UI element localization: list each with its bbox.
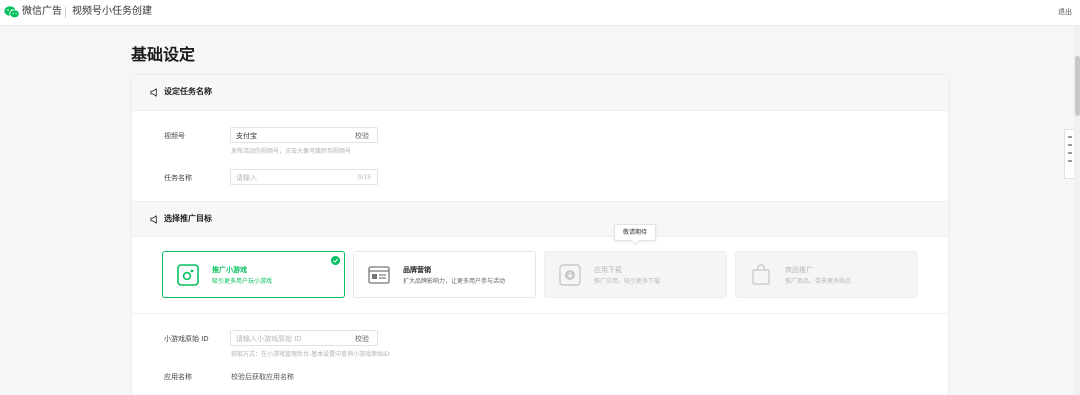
game-id-hint: 获取方式：在小游戏管理后台-基本设置中查询小游戏原始ID: [231, 351, 390, 358]
game-id-input[interactable]: 请输入小游戏原始 ID 校验: [230, 330, 378, 346]
wechat-logo-icon: [4, 6, 20, 19]
channel-hint: 发布活动的视频号，点击头像可跳转到视频号: [231, 148, 352, 155]
app-name-value: 校验后获取应用名称: [231, 373, 294, 381]
browser-icon: [368, 266, 390, 284]
brand-name: 微信广告: [22, 6, 62, 17]
game-id-placeholder: 请输入小游戏原始 ID: [236, 335, 302, 343]
download-icon: [559, 264, 581, 286]
goal-description: 吸引更多用户玩小游戏: [212, 278, 273, 285]
shopping-bag-icon: [752, 264, 770, 285]
char-counter: 0/15: [357, 174, 371, 181]
verify-button[interactable]: 校验: [355, 334, 369, 344]
game-id-label: 小游戏原始 ID: [164, 335, 209, 343]
megaphone-icon: [150, 215, 157, 224]
settings-card: 设定任务名称 视频号 支付宝 校验 发布活动的视频号，点击头像可跳转到视频号 任…: [131, 74, 949, 395]
goal-card-mini-game[interactable]: 推广小游戏 吸引更多用户玩小游戏: [162, 251, 345, 298]
scrollbar[interactable]: [1074, 26, 1080, 395]
task-name-input[interactable]: 请输入 0/15: [230, 169, 378, 185]
goal-title: 推广小游戏: [212, 266, 247, 274]
check-icon: [331, 256, 340, 265]
scroll-thumb[interactable]: [1075, 56, 1080, 116]
goal-title: 商品推广: [785, 266, 813, 274]
channel-value: 支付宝: [236, 132, 257, 140]
logout-link[interactable]: 退出: [1058, 6, 1072, 18]
goal-description: 推广应用，吸引更多下载: [594, 278, 661, 285]
goal-card-product-promotion: 商品推广 推广商品，带来更多购买: [735, 251, 918, 298]
page-title: 基础设定: [131, 45, 196, 64]
app-name-label: 应用名称: [164, 373, 192, 381]
top-bar: 微信广告 视频号小任务创建 退出: [0, 0, 1080, 26]
game-icon: [177, 264, 199, 286]
goal-description: 扩大品牌影响力，让更多用户参与活动: [403, 278, 506, 285]
goal-card-brand-marketing[interactable]: 品牌营销 扩大品牌影响力，让更多用户参与活动: [353, 251, 536, 298]
side-floating-tab[interactable]: [1064, 129, 1074, 179]
page-name: 视频号小任务创建: [72, 6, 152, 17]
verify-button[interactable]: 校验: [355, 131, 369, 141]
topbar-divider: [65, 7, 66, 18]
section-title: 选择推广目标: [164, 214, 212, 223]
section-header-task-name: 设定任务名称: [132, 75, 948, 111]
goal-description: 推广商品，带来更多购买: [785, 278, 852, 285]
goal-title: 应用下载: [594, 266, 622, 274]
section-header-promotion-goal: 选择推广目标: [132, 201, 948, 237]
channel-input[interactable]: 支付宝 校验: [230, 127, 378, 143]
channel-label: 视频号: [164, 132, 185, 140]
coming-soon-tooltip: 敬请期待: [614, 224, 656, 241]
task-name-label: 任务名称: [164, 174, 192, 182]
goal-title: 品牌营销: [403, 266, 431, 274]
goal-card-app-download: 应用下载 推广应用，吸引更多下载: [544, 251, 727, 298]
task-name-placeholder: 请输入: [236, 174, 257, 182]
section-title: 设定任务名称: [164, 87, 212, 96]
section-divider: [132, 313, 948, 314]
megaphone-icon: [150, 88, 157, 97]
